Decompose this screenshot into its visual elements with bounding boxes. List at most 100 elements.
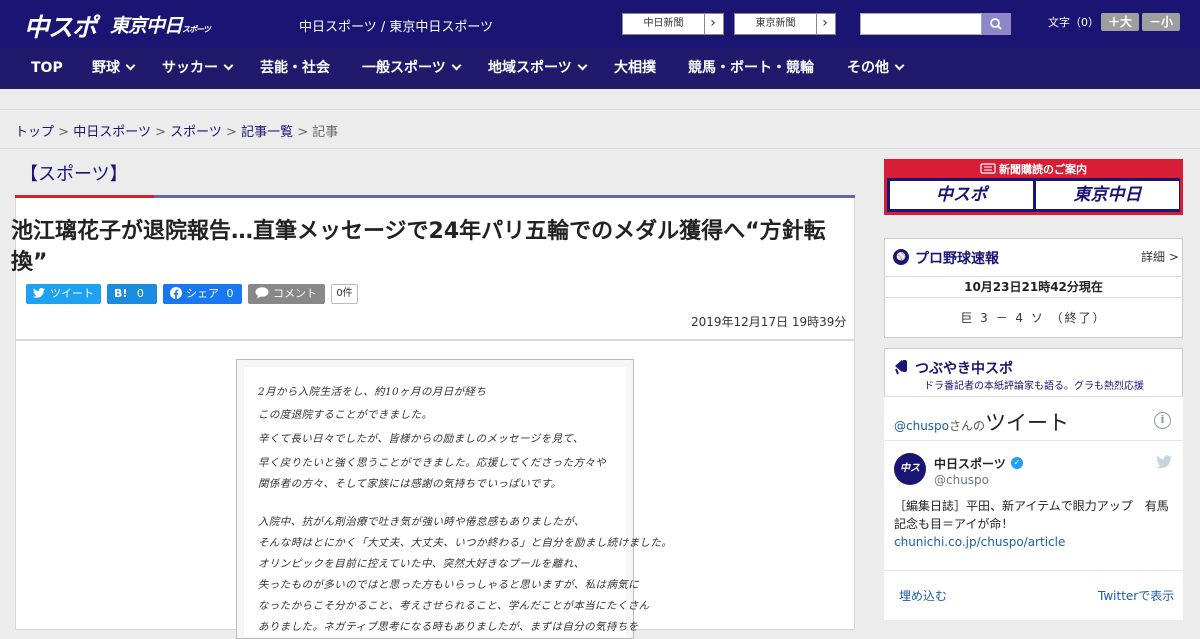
info-icon[interactable]: i	[1154, 412, 1171, 429]
handwritten-line: 早く戻りたいと強く思うことができました。応援してくださった方々や	[258, 457, 607, 469]
search-icon	[990, 18, 1002, 30]
tweet-share-label: ツイート	[50, 287, 94, 300]
twitter-header-title: ツイート	[985, 411, 1070, 435]
megaphone-icon	[895, 360, 907, 375]
font-smaller-button[interactable]: －小	[1142, 13, 1180, 31]
breadcrumb-link-article-list[interactable]: 記事一覧	[241, 125, 293, 140]
chuspo-logo[interactable]: 中スポ	[24, 8, 97, 42]
facebook-share-button[interactable]: シェア 0	[163, 284, 242, 304]
chunichi-shimbun-button[interactable]: 中日新聞 ›	[622, 13, 724, 35]
nav-label: 野球	[92, 60, 120, 76]
breadcrumb-link-sports[interactable]: スポーツ	[170, 125, 222, 140]
twitter-header-mid: さんの	[949, 419, 986, 433]
handwritten-line: 2月から入院生活をし、約10ヶ月の月日が経ち	[258, 386, 487, 398]
search-input[interactable]	[860, 13, 982, 35]
breadcrumb-link-top[interactable]: トップ	[15, 125, 54, 140]
tweet-share-button[interactable]: ツイート	[26, 284, 101, 304]
avatar[interactable]: 中ス	[894, 453, 926, 485]
chevron-down-icon	[577, 60, 588, 71]
handwritten-line: 辛くて長い日々でしたが、皆様からの励ましのメッセージを見て、	[258, 433, 584, 445]
facebook-share-label: シェア	[186, 287, 219, 300]
tokyo-chunichi-logo[interactable]: 東京中日スポーツ	[110, 11, 211, 41]
baseball-update-time: 10月23日21時42分現在	[884, 276, 1183, 298]
tokyo-logo-main: 東京中日	[110, 15, 183, 37]
hatena-count: 0	[136, 287, 144, 300]
nav-label: 大相撲	[614, 60, 656, 76]
twitter-embed-header: @chuspoさんのツイート	[894, 407, 1069, 437]
divider	[884, 570, 1183, 571]
twitter-bird-icon	[33, 287, 45, 298]
tokyo-shimbun-button[interactable]: 東京新聞 ›	[734, 13, 836, 35]
subscription-banner[interactable]: 新聞購読のご案内 中スポ 東京中日	[884, 159, 1183, 215]
nav-item-soccer[interactable]: サッカー	[162, 48, 234, 89]
nav-item-top[interactable]: TOP	[31, 48, 63, 89]
chevron-down-icon	[451, 60, 462, 71]
comment-label: コメント	[273, 287, 317, 300]
breadcrumb-link-chuspo[interactable]: 中日スポーツ	[73, 125, 151, 140]
hatena-bookmark-button[interactable]: B! 0	[107, 284, 157, 304]
baseball-game-score[interactable]: 巨 3 － 4 ソ （終了）	[884, 309, 1183, 326]
font-size-label: 文字（0）	[1048, 16, 1099, 29]
twitter-handle-link[interactable]: @chuspo	[894, 419, 949, 433]
nav-label: 芸能・社会	[260, 60, 330, 76]
breadcrumb-separator: >	[155, 125, 166, 140]
chevron-down-icon	[894, 60, 905, 71]
comment-count-badge: 0件	[331, 284, 358, 304]
article-headline: 池江璃花子が退院報告…直筆メッセージで24年パリ五輪でのメダル獲得へ“方針転換”	[11, 219, 826, 275]
handwritten-line: 失ったものが多いのではと思った方もいらっしゃると思いますが、私は病気に	[258, 579, 640, 591]
font-larger-button[interactable]: ＋大	[1101, 13, 1139, 31]
nav-item-general-sports[interactable]: 一般スポーツ	[362, 48, 462, 89]
newspaper-icon	[980, 163, 996, 174]
tweet-account-name[interactable]: 中日スポーツ	[934, 455, 1006, 472]
tweet-account-handle[interactable]: @chuspo	[934, 473, 989, 487]
search-button[interactable]	[982, 13, 1011, 35]
nav-item-other[interactable]: その他	[847, 48, 905, 89]
nav-label: TOP	[31, 60, 63, 76]
tweet-body: ［編集日誌］平田、新アイテムで眼力アップ 有馬記念も目＝アイが命！	[894, 499, 1169, 531]
nav-item-racing[interactable]: 競馬・ボート・競輪	[688, 48, 814, 89]
nav-label: サッカー	[162, 60, 218, 76]
baseball-detail-link[interactable]: 詳細 >	[1141, 248, 1179, 265]
subscription-logos: 中スポ 東京中日	[887, 178, 1180, 212]
category-header: 【スポーツ】	[15, 150, 855, 198]
comment-bubble-icon	[255, 287, 269, 299]
nav-item-local-sports[interactable]: 地域スポーツ	[488, 48, 588, 89]
nav-item-sumo[interactable]: 大相撲	[614, 48, 656, 89]
chunichi-shimbun-label: 中日新聞	[623, 14, 705, 34]
tweet-ellipsis: …	[894, 533, 906, 547]
nav-label: 地域スポーツ	[488, 60, 572, 76]
handwritten-line: なったからこそ分かること、考えさせられること、学んだことが本当にたくさん	[258, 600, 650, 612]
tokyo-shimbun-label: 東京新聞	[735, 14, 817, 34]
embed-link[interactable]: 埋め込む	[899, 587, 947, 604]
breadcrumb: トップ > 中日スポーツ > スポーツ > 記事一覧 > 記事	[15, 121, 338, 140]
tweet-link[interactable]: chunichi.co.jp/chuspo/article	[894, 535, 1065, 549]
nav-item-baseball[interactable]: 野球	[92, 48, 136, 89]
site-title[interactable]: 中日スポーツ / 東京中日スポーツ	[299, 16, 493, 35]
handwritten-line: そんな時はとにかく「大丈夫、大丈夫、いつか終わる」と自分を励まし続けました。	[258, 537, 673, 549]
subscribe-chuspo-logo[interactable]: 中スポ	[890, 181, 1033, 209]
chevron-down-icon	[125, 60, 136, 71]
tweets-widget-title: つぶやき中スポ	[915, 361, 1013, 377]
ad-strip	[0, 89, 1200, 110]
tweets-widget-subtitle: ドラ番記者の本紙評論家も語る。グラも熱烈応援	[924, 381, 1144, 392]
nav-label: 一般スポーツ	[362, 60, 446, 76]
breadcrumb-separator: >	[58, 125, 70, 140]
chevron-right-icon: ›	[822, 15, 828, 31]
breadcrumb-current: 記事	[312, 125, 339, 140]
nav-item-entertainment[interactable]: 芸能・社会	[260, 48, 330, 89]
baseball-widget-title: プロ野球速報	[915, 251, 999, 267]
breadcrumb-separator: >	[226, 125, 237, 140]
divider	[884, 440, 1183, 441]
subscribe-tokyo-logo[interactable]: 東京中日	[1036, 181, 1179, 209]
twitter-bird-icon[interactable]	[1156, 455, 1172, 469]
tokyo-logo-suffix: スポーツ	[182, 25, 211, 34]
view-on-twitter-link[interactable]: Twitterで表示	[1098, 587, 1174, 604]
comment-button[interactable]: コメント	[248, 284, 325, 304]
facebook-share-count: 0	[226, 287, 234, 300]
chevron-down-icon	[223, 60, 234, 71]
article-date: 2019年12月17日 19時39分	[691, 315, 847, 329]
handwritten-line: オリンピックを目前に控えていた中、突然大好きなプールを離れ、	[258, 558, 585, 570]
main-nav: TOP 野球 サッカー 芸能・社会 一般スポーツ 地域スポーツ 大相撲 競馬・ボ…	[0, 48, 1200, 89]
category-label: 【スポーツ】	[20, 164, 128, 185]
baseball-icon: ⚾	[893, 249, 909, 265]
